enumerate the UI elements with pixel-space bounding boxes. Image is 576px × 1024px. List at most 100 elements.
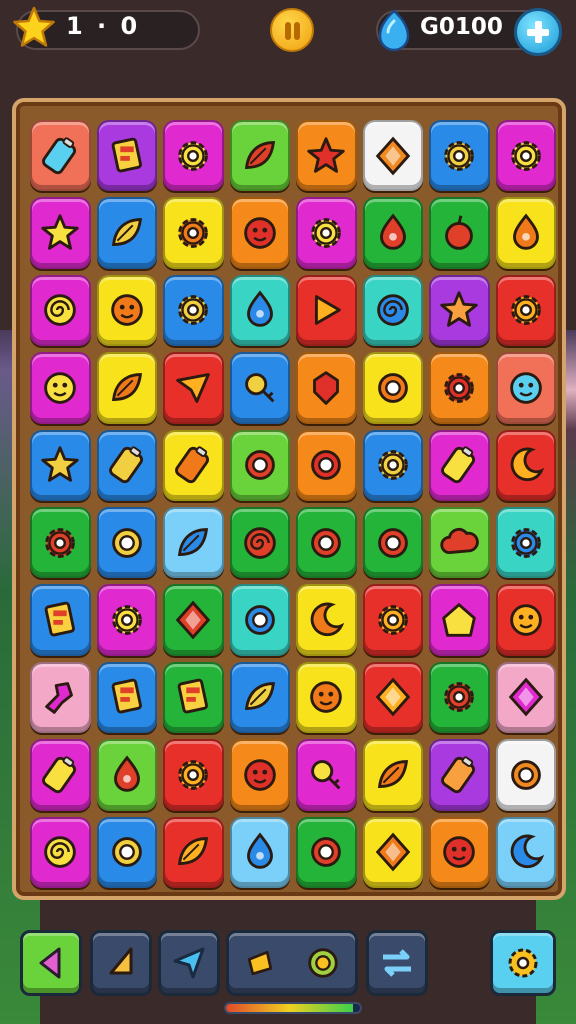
board-tile[interactable] [296,429,357,501]
board-tile[interactable] [96,584,157,656]
board-tile[interactable] [296,584,357,656]
board-tile[interactable] [96,352,157,424]
board-tile[interactable] [163,274,224,347]
board-tile[interactable] [296,816,357,888]
moon-icon [510,834,545,869]
hint-button[interactable] [90,930,152,996]
board-tile[interactable] [96,120,157,192]
swap-button[interactable] [366,930,428,996]
board-tile[interactable] [96,429,157,501]
board-tile[interactable] [96,816,157,888]
board-tile[interactable] [495,739,556,811]
board-tile[interactable] [429,816,490,888]
board-tile[interactable] [229,584,290,656]
board-tile[interactable] [229,197,290,269]
board-tile[interactable] [229,507,290,579]
board-tile[interactable] [30,816,91,888]
board-tile[interactable] [30,352,91,424]
board-tile[interactable] [163,120,224,192]
face-icon [110,294,143,327]
bottom-bar [0,920,576,1024]
board-tile[interactable] [296,120,357,192]
board-tile[interactable] [362,661,423,734]
board-tile[interactable] [30,429,91,501]
board-tile[interactable] [495,507,556,579]
board-tile[interactable] [229,429,290,501]
board-tile[interactable] [229,274,290,347]
board-tile[interactable] [30,197,91,269]
board-tile[interactable] [429,507,490,579]
board-tile[interactable] [362,429,423,501]
apple-icon [445,215,474,250]
board-tile[interactable] [296,739,357,811]
board-tile[interactable] [163,584,224,656]
board-tile[interactable] [96,739,157,811]
board-tile[interactable] [296,274,357,347]
board-tile[interactable] [429,352,490,424]
board-tile[interactable] [296,197,357,269]
board-tile[interactable] [96,274,157,347]
move-button[interactable] [158,930,220,996]
board-tile[interactable] [163,429,224,501]
board-tile[interactable] [229,352,290,424]
board-tile[interactable] [429,661,490,734]
settings-button[interactable] [490,930,556,996]
board-tile[interactable] [429,739,490,811]
board-tile[interactable] [296,352,357,424]
board-tile[interactable] [495,429,556,501]
board-tile[interactable] [429,120,490,192]
board-tile[interactable] [429,197,490,269]
board-tile[interactable] [96,661,157,734]
board-tile[interactable] [495,584,556,656]
star-icon [41,214,79,250]
board-tile[interactable] [429,274,490,347]
board-tile[interactable] [30,120,91,192]
board-tile[interactable] [96,507,157,579]
board-tile[interactable] [362,816,423,888]
add-gems-button[interactable] [514,8,562,56]
board-tile[interactable] [429,429,490,501]
board-tile[interactable] [163,816,224,888]
board-tile[interactable] [30,507,91,579]
board-tile[interactable] [495,352,556,424]
key-icon [244,373,275,403]
gear-icon [508,948,538,978]
board-tile[interactable] [30,584,91,656]
board-tile[interactable] [495,120,556,192]
board-tile[interactable] [495,661,556,734]
card-icon [111,137,142,173]
back-button[interactable] [20,930,82,996]
board-tile[interactable] [362,274,423,347]
board-tile[interactable] [163,739,224,811]
board-tile[interactable] [296,507,357,579]
board-tile[interactable] [229,120,290,192]
leaf-icon [178,837,209,866]
board-tile[interactable] [362,120,423,192]
board-tile[interactable] [229,739,290,811]
board-tile[interactable] [429,584,490,656]
board-tile[interactable] [362,584,423,656]
board-tile[interactable] [362,197,423,269]
board-tile[interactable] [163,661,224,734]
pause-button[interactable] [270,8,314,52]
board-tile[interactable] [30,274,91,347]
board-tile[interactable] [96,197,157,269]
board-tile[interactable] [495,816,556,888]
board-tile[interactable] [229,816,290,888]
house-icon [442,603,477,637]
board-tile[interactable] [229,661,290,734]
level-progress-fill [226,1004,354,1012]
board-tile[interactable] [30,661,91,734]
board-tile[interactable] [362,352,423,424]
board-tile[interactable] [163,352,224,424]
board-tile[interactable] [495,274,556,347]
board-tile[interactable] [30,739,91,811]
board-tile[interactable] [495,197,556,269]
board-tile[interactable] [163,197,224,269]
booster-tray[interactable] [226,930,358,996]
face-icon [509,372,542,404]
board-tile[interactable] [362,739,423,811]
board-tile[interactable] [362,507,423,579]
board-tile[interactable] [163,507,224,579]
board-tile[interactable] [296,661,357,734]
